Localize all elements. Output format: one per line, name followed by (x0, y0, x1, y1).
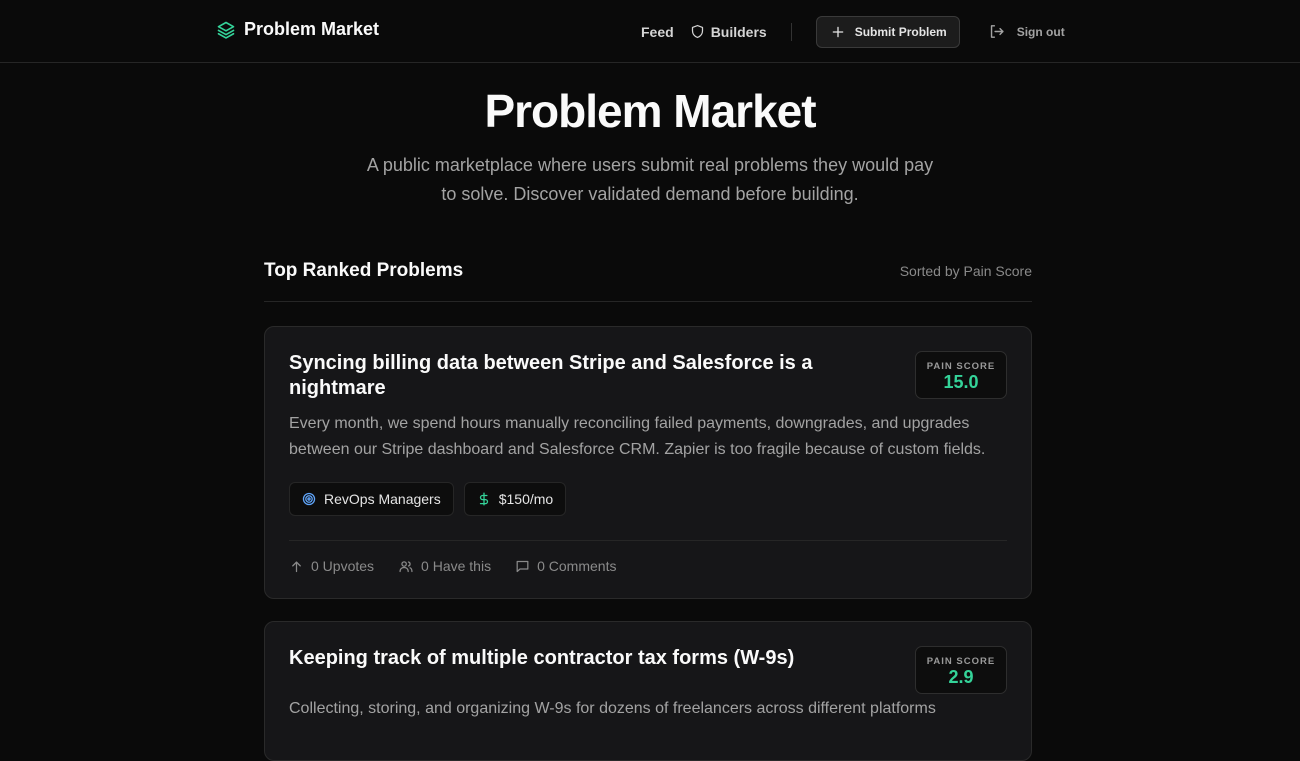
comments-button[interactable]: 0 Comments (515, 558, 616, 574)
audience-label: RevOps Managers (324, 491, 441, 507)
price-label: $150/mo (498, 491, 554, 507)
problem-description: Every month, we spend hours manually rec… (289, 415, 986, 458)
pain-score-value: 2.9 (948, 667, 974, 687)
upvote-count: 0 Upvotes (311, 558, 375, 574)
submit-problem-button[interactable]: Submit Problem (815, 15, 960, 48)
nav-feed-link[interactable]: Feed (641, 24, 674, 40)
plus-icon (831, 25, 845, 39)
sort-label: Sorted by Pain Score (899, 263, 1032, 279)
pain-score-value: 15.0 (943, 372, 979, 392)
audience-tag: RevOps Managers (289, 482, 454, 516)
arrow-up-icon (289, 559, 304, 574)
layers-icon (216, 20, 236, 40)
pain-score-label: PAIN SCORE (926, 361, 996, 372)
problem-tags: RevOps Managers $150/mo (289, 482, 1007, 516)
problem-description: Collecting, storing, and organizing W-9s… (289, 700, 936, 717)
top-nav: Problem Market Feed Builders Submit Prob… (0, 0, 1300, 63)
nav-builders-link[interactable]: Builders (690, 24, 767, 40)
log-out-icon (988, 23, 1005, 40)
submit-problem-label: Submit Problem (854, 24, 947, 39)
nav-links: Feed Builders Submit Problem Sign out (641, 0, 1065, 63)
have-this-count: 0 Have this (421, 558, 492, 574)
price-tag: $150/mo (463, 482, 567, 516)
nav-divider (790, 22, 792, 41)
shield-icon (690, 24, 705, 39)
problem-card[interactable]: Syncing billing data between Stripe and … (264, 326, 1032, 599)
problem-title[interactable]: Syncing billing data between Stripe and … (289, 351, 849, 401)
sign-out-button[interactable]: Sign out (988, 23, 1065, 40)
pain-score-label: PAIN SCORE (926, 656, 996, 667)
hero: Problem Market A public marketplace wher… (0, 63, 1300, 209)
pain-score-badge: PAIN SCORE 15.0 (915, 351, 1007, 399)
problem-title[interactable]: Keeping track of multiple contractor tax… (289, 646, 849, 671)
pain-score-badge: PAIN SCORE 2.9 (915, 646, 1007, 694)
sign-out-label: Sign out (1016, 24, 1065, 39)
brand-logo[interactable]: Problem Market (216, 19, 379, 40)
users-icon (398, 559, 414, 574)
hero-title: Problem Market (484, 85, 816, 137)
nav-builders-label: Builders (710, 23, 767, 40)
comment-count: 0 Comments (537, 558, 617, 574)
have-this-button[interactable]: 0 Have this (398, 558, 491, 574)
upvote-button[interactable]: 0 Upvotes (289, 558, 374, 574)
problem-card[interactable]: Keeping track of multiple contractor tax… (264, 621, 1032, 761)
hero-subtitle: A public marketplace where users submit … (366, 155, 934, 204)
brand-name: Problem Market (244, 19, 380, 39)
list-title: Top Ranked Problems (264, 260, 464, 281)
target-icon (302, 492, 316, 506)
problem-stats: 0 Upvotes 0 Have this 0 Comments (289, 540, 1007, 574)
comment-icon (515, 559, 530, 574)
list-header: Top Ranked Problems Sorted by Pain Score (264, 257, 1032, 302)
dollar-icon (477, 492, 491, 506)
